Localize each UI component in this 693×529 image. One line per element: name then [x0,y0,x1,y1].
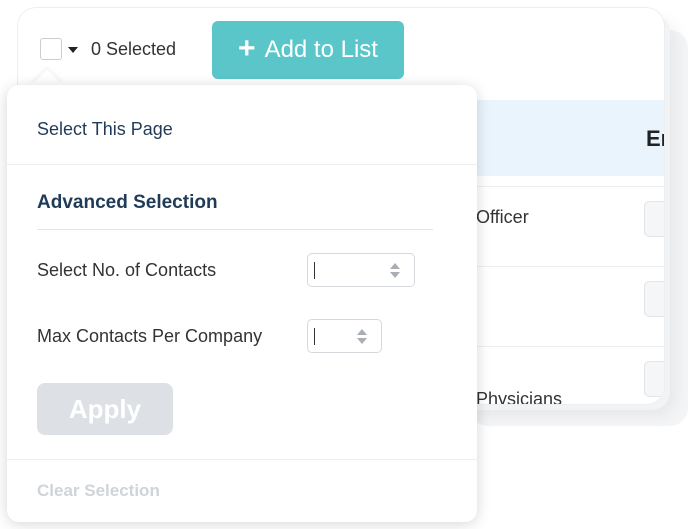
row-action-button[interactable] [644,281,664,317]
advanced-selection-heading: Advanced Selection [37,192,218,213]
row-action-button[interactable] [644,201,664,237]
row-title: Physicians [476,389,563,404]
select-this-page-option[interactable]: Select This Page [37,119,173,140]
spin-down-icon[interactable] [357,338,367,344]
row-title: Officer [476,207,529,227]
spin-down-icon[interactable] [390,272,400,278]
apply-button[interactable]: Apply [37,383,173,435]
selected-count: 0 Selected [91,39,177,59]
plus-icon: + [238,32,256,65]
text-cursor [314,262,315,279]
max-per-company-input[interactable] [307,319,382,353]
select-all-checkbox[interactable] [40,38,62,60]
spinner-icon[interactable] [357,329,369,345]
contacts-count-input[interactable] [307,253,415,287]
divider [37,229,433,230]
clear-selection-link[interactable]: Clear Selection [37,481,160,501]
spinner-icon[interactable] [390,263,402,279]
spin-up-icon[interactable] [357,329,367,335]
text-cursor [314,328,315,345]
add-to-list-label: Add to List [264,36,378,63]
divider [7,459,477,460]
max-per-company-label: Max Contacts Per Company [37,326,263,346]
contacts-count-label: Select No. of Contacts [37,260,217,280]
spin-up-icon[interactable] [390,263,400,269]
row-action-button[interactable] [644,361,664,397]
column-header: Em [646,126,664,151]
divider [7,164,477,165]
add-to-list-button[interactable]: + Add to List [212,21,404,79]
caret-down-icon[interactable] [68,47,78,53]
selection-dropdown-menu: Select This Page Advanced Selection Sele… [7,85,477,522]
